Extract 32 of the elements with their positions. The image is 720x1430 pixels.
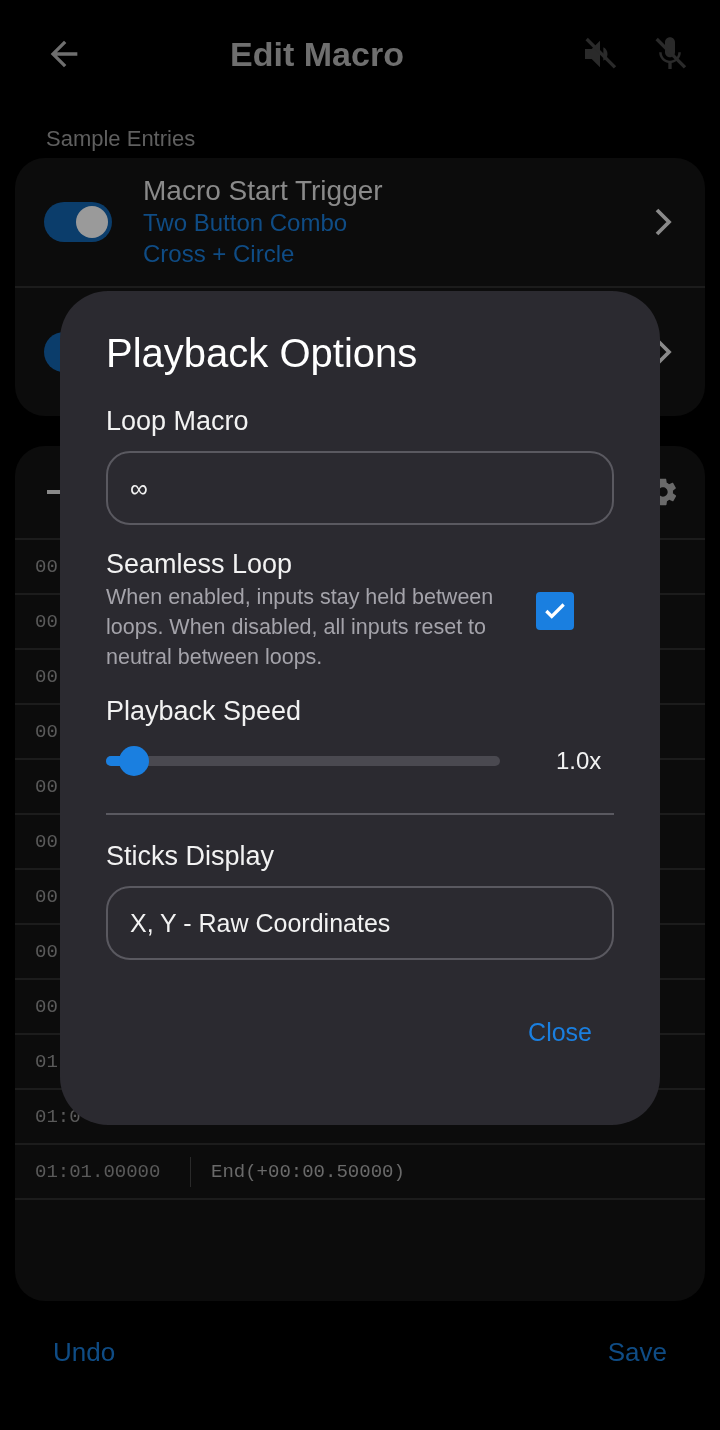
- option-title: Seamless Loop: [106, 549, 294, 580]
- time-cell: 00: [35, 885, 58, 908]
- time-cell: 00: [35, 830, 58, 853]
- entry-title: Macro Start Trigger: [143, 175, 384, 207]
- toggle-switch[interactable]: [44, 202, 112, 242]
- save-button[interactable]: Save: [607, 1337, 667, 1368]
- time-cell: 00: [35, 610, 58, 633]
- time-cell: 01: [35, 1050, 58, 1073]
- time-cell: 00: [35, 940, 58, 963]
- time-cell: 00: [35, 555, 58, 578]
- time-cell: 00: [35, 775, 58, 798]
- time-cell: 00: [35, 995, 58, 1018]
- entry-subtitle: Cross + Circle: [143, 239, 296, 269]
- time-cell: 00: [35, 665, 58, 688]
- field-label: Loop Macro: [106, 406, 250, 437]
- close-button[interactable]: Close: [528, 1018, 592, 1047]
- loop-count-field[interactable]: ∞: [106, 451, 614, 525]
- option-description: When enabled, inputs stay held between loops. When disabled, all inputs reset to neutral between loops.: [106, 584, 495, 671]
- screen-title: Edit Macro: [229, 34, 405, 74]
- time-cell: 00: [35, 720, 58, 743]
- undo-button[interactable]: Undo: [53, 1337, 116, 1368]
- section-label: Sample Entries: [45, 125, 197, 153]
- speed-slider[interactable]: [106, 746, 500, 776]
- speed-reading: 1.0x: [556, 747, 602, 775]
- entry-subtitle: Two Button Combo: [143, 208, 349, 238]
- sticks-display-dropdown[interactable]: X, Y - Raw Coordinates: [106, 886, 614, 960]
- dialog-title: Playback Options: [106, 331, 419, 376]
- field-label: Sticks Display: [106, 841, 276, 872]
- event-cell: End(+00:00.50000): [211, 1160, 405, 1183]
- checkbox[interactable]: [536, 591, 574, 630]
- time-cell: 01:01.00000: [35, 1160, 161, 1183]
- field-label: Playback Speed: [106, 696, 303, 727]
